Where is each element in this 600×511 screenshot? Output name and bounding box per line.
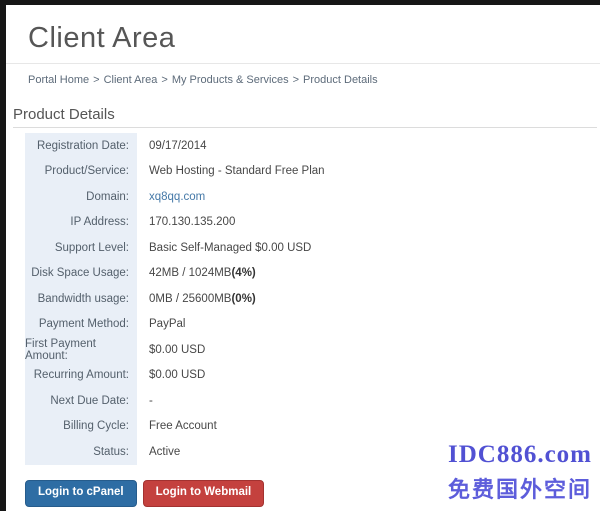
screenshot-frame-left [0, 0, 6, 511]
value-text: Free Account [149, 420, 217, 432]
table-row-ip-address: IP Address: 170.130.135.200 [25, 210, 597, 236]
value-text: 42MB / 1024MB [149, 267, 231, 279]
value-text: Web Hosting - Standard Free Plan [149, 165, 325, 177]
table-row-payment-method: Payment Method: PayPal [25, 312, 597, 338]
watermark-chinese-text: 免费国外空间 [448, 472, 592, 504]
row-label: Domain: [25, 184, 137, 210]
value-text: - [149, 395, 153, 407]
row-label: Product/Service: [25, 159, 137, 185]
table-row-billing-cycle: Billing Cycle: Free Account [25, 414, 597, 440]
table-row-recurring-amount: Recurring Amount: $0.00 USD [25, 363, 597, 389]
row-label: Bandwidth usage: [25, 286, 137, 312]
section-title: Product Details [13, 106, 115, 123]
row-value: 42MB / 1024MB (4%) [137, 261, 597, 287]
login-to-cpanel-button[interactable]: Login to cPanel [25, 480, 137, 507]
row-label: Status: [25, 439, 137, 465]
value-text: 09/17/2014 [149, 140, 207, 152]
row-value: Web Hosting - Standard Free Plan [137, 159, 597, 185]
row-value: Free Account [137, 414, 597, 440]
table-row-support-level: Support Level: Basic Self-Managed $0.00 … [25, 235, 597, 261]
value-text: $0.00 USD [149, 369, 205, 381]
row-value: $0.00 USD [137, 337, 597, 363]
status-value: Active [149, 446, 180, 458]
row-value: Active [137, 439, 597, 465]
row-value: PayPal [137, 312, 597, 338]
row-value: 170.130.135.200 [137, 210, 597, 236]
breadcrumb-separator: > [93, 74, 99, 86]
value-text: 170.130.135.200 [149, 216, 235, 228]
table-row-first-payment-amount: First Payment Amount: $0.00 USD [25, 337, 597, 363]
row-value: xq8qq.com [137, 184, 597, 210]
value-text: PayPal [149, 318, 185, 330]
domain-link[interactable]: xq8qq.com [149, 191, 205, 203]
row-value: - [137, 388, 597, 414]
row-label: Recurring Amount: [25, 363, 137, 389]
screenshot-frame-top [0, 0, 600, 5]
breadcrumb-separator: > [161, 74, 167, 86]
table-row-status: Status: Active [25, 439, 597, 465]
section-divider [13, 127, 597, 128]
page-title: Client Area [28, 22, 175, 55]
login-to-webmail-button[interactable]: Login to Webmail [143, 480, 265, 507]
row-label: Next Due Date: [25, 388, 137, 414]
value-text: $0.00 USD [149, 344, 205, 356]
action-buttons: Login to cPanel Login to Webmail [25, 480, 264, 507]
row-value: $0.00 USD [137, 363, 597, 389]
breadcrumb-client-area[interactable]: Client Area [104, 74, 158, 86]
table-row-product-service: Product/Service: Web Hosting - Standard … [25, 159, 597, 185]
table-row-disk-space-usage: Disk Space Usage: 42MB / 1024MB (4%) [25, 261, 597, 287]
breadcrumb-portal-home[interactable]: Portal Home [28, 74, 89, 86]
row-value: 09/17/2014 [137, 133, 597, 159]
breadcrumb-current-product-details: Product Details [303, 74, 378, 86]
value-text: Basic Self-Managed $0.00 USD [149, 242, 311, 254]
row-label: IP Address: [25, 210, 137, 236]
row-label: First Payment Amount: [25, 337, 137, 363]
table-row-domain: Domain: xq8qq.com [25, 184, 597, 210]
table-row-bandwidth-usage: Bandwidth usage: 0MB / 25600MB (0%) [25, 286, 597, 312]
row-value: Basic Self-Managed $0.00 USD [137, 235, 597, 261]
product-details-table: Registration Date: 09/17/2014 Product/Se… [25, 133, 597, 465]
header-divider [6, 63, 600, 64]
row-label: Disk Space Usage: [25, 261, 137, 287]
row-label: Registration Date: [25, 133, 137, 159]
usage-percent: (0%) [231, 293, 255, 305]
table-row-next-due-date: Next Due Date: - [25, 388, 597, 414]
row-label: Support Level: [25, 235, 137, 261]
row-label: Payment Method: [25, 312, 137, 338]
breadcrumb-separator: > [293, 74, 299, 86]
usage-percent: (4%) [231, 267, 255, 279]
table-row-registration-date: Registration Date: 09/17/2014 [25, 133, 597, 159]
value-text: 0MB / 25600MB [149, 293, 231, 305]
row-value: 0MB / 25600MB (0%) [137, 286, 597, 312]
breadcrumb-my-products-services[interactable]: My Products & Services [172, 74, 289, 86]
breadcrumb: Portal Home>Client Area>My Products & Se… [28, 74, 378, 86]
row-label: Billing Cycle: [25, 414, 137, 440]
